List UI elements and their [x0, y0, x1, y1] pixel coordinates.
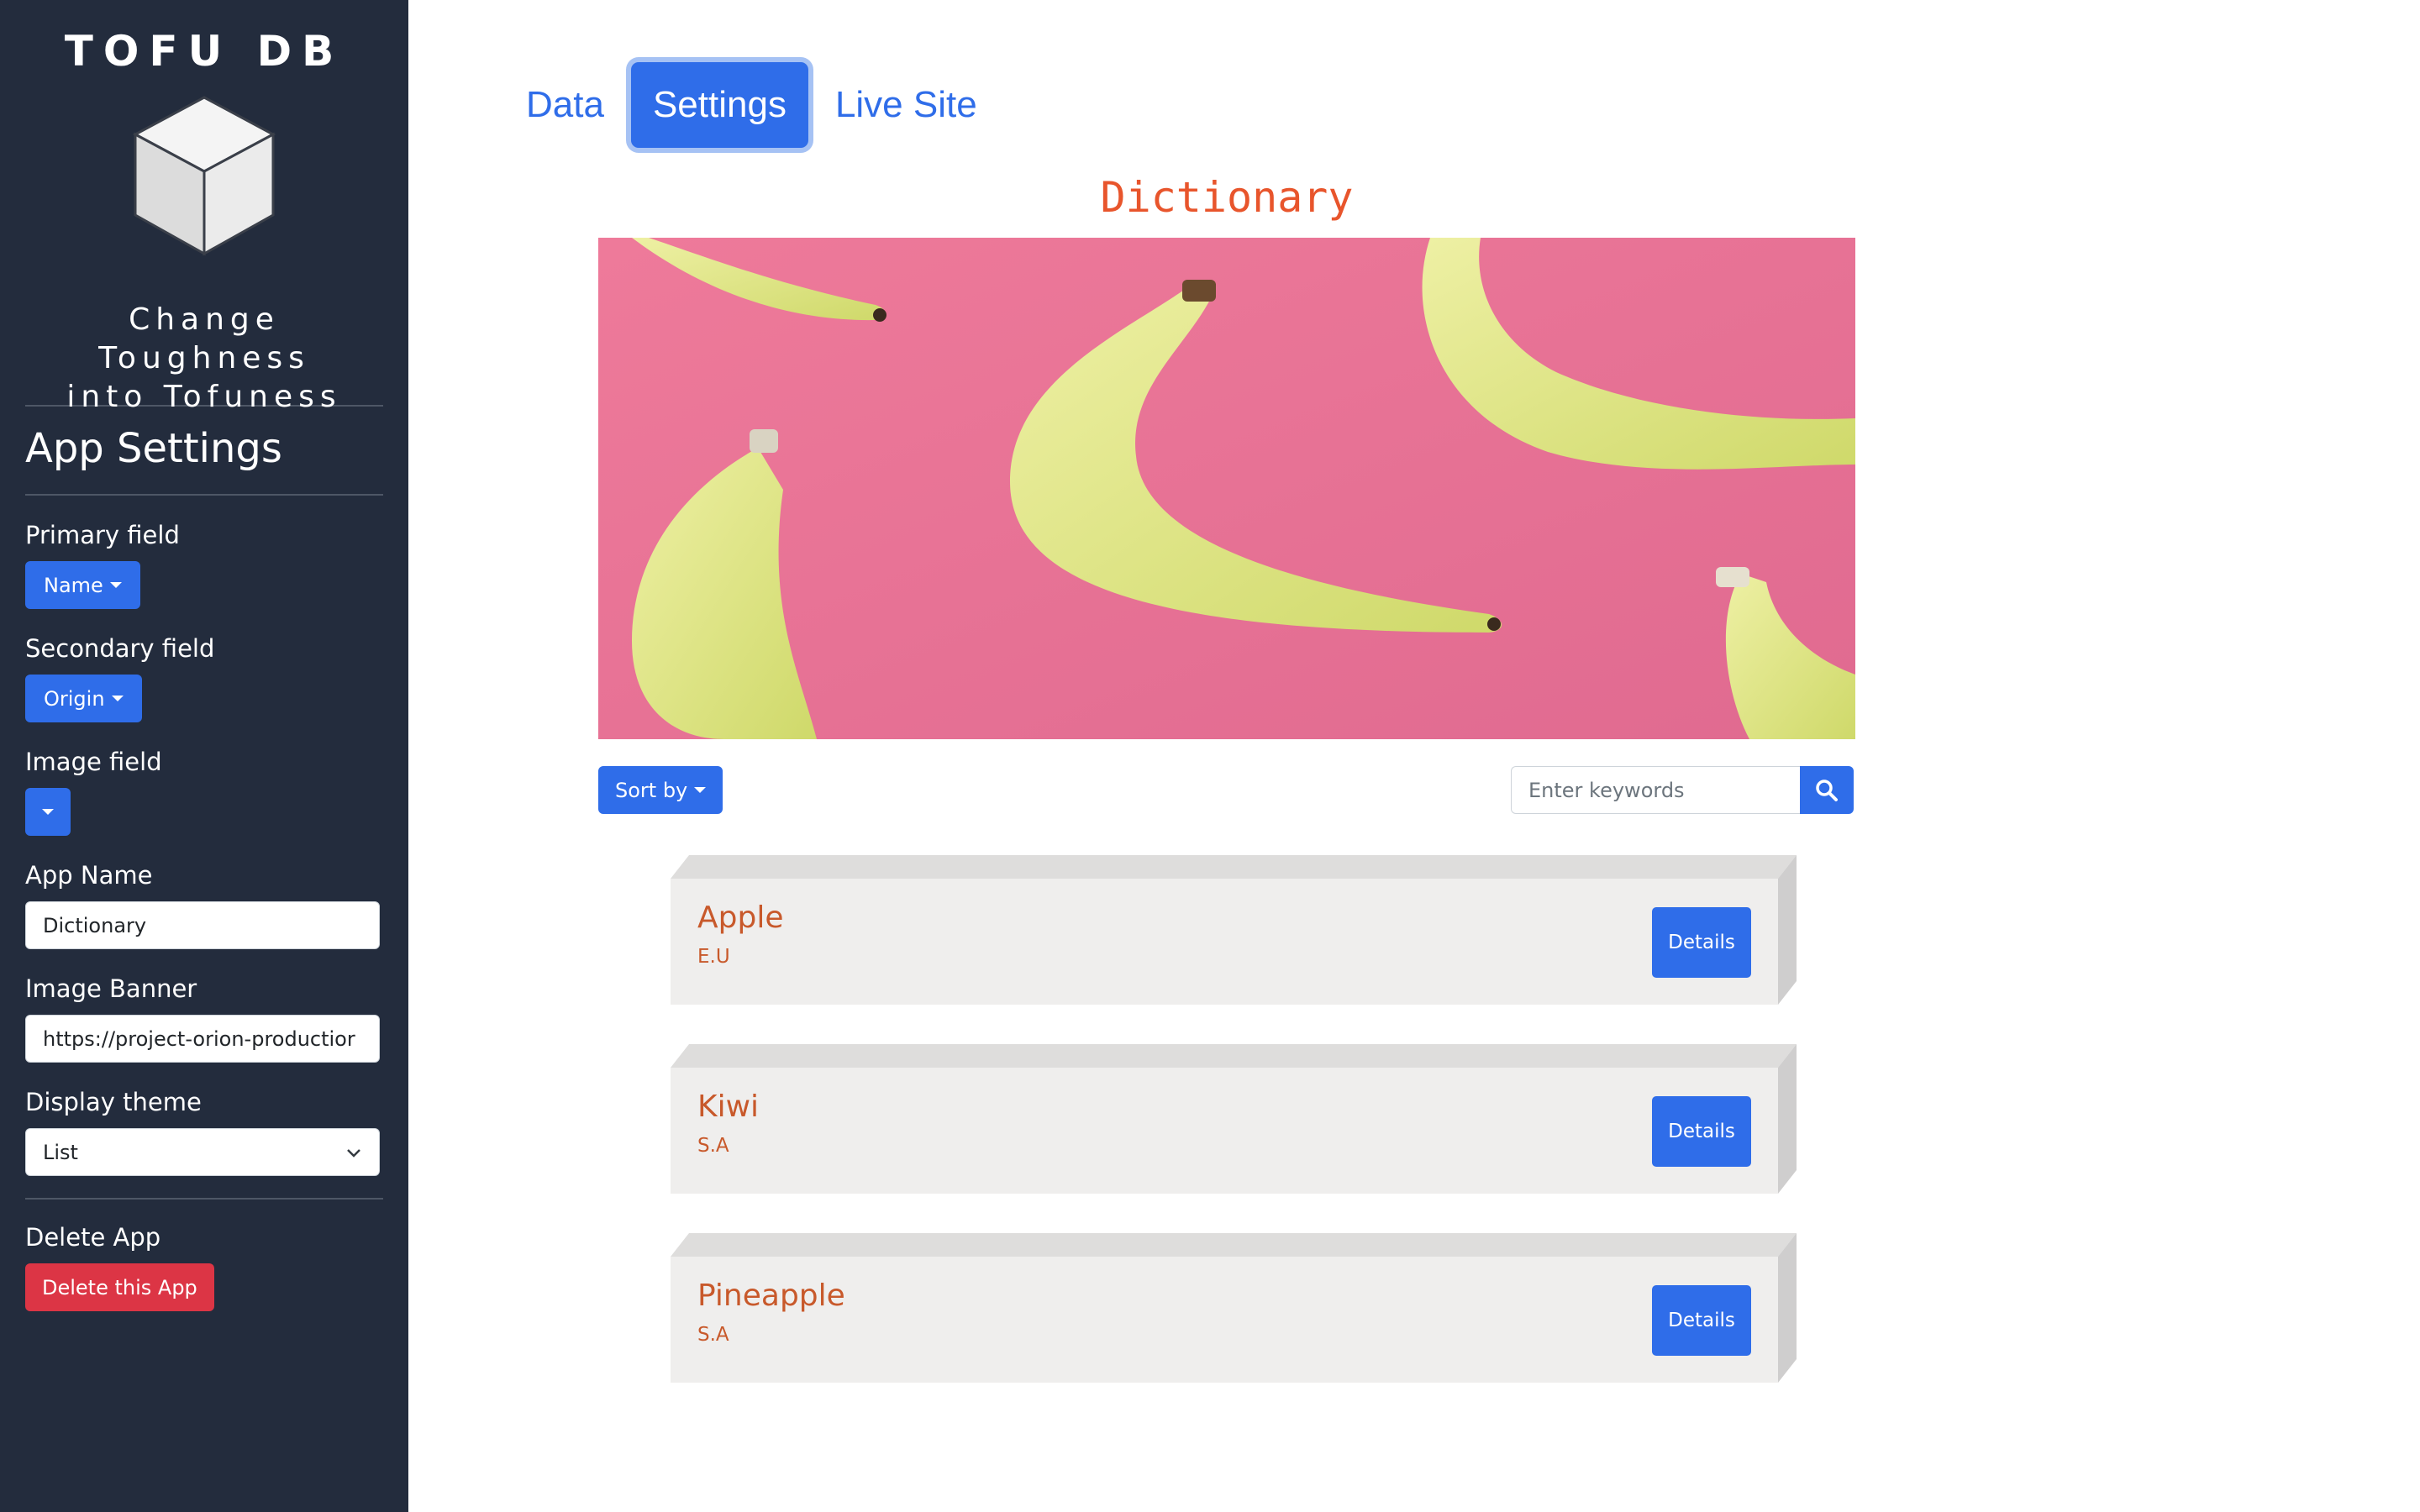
list-item: Kiwi S.A Details	[671, 1044, 1797, 1194]
banner-image	[598, 238, 1855, 739]
card-body	[671, 1068, 1778, 1194]
search-icon	[1816, 779, 1838, 801]
search-bar: Enter keywords	[1511, 766, 1854, 814]
tab-data[interactable]: Data	[514, 62, 616, 148]
card-body	[671, 1257, 1778, 1383]
card-title: Kiwi	[697, 1089, 760, 1124]
brand-title: TOFU DB	[64, 27, 345, 76]
search-input[interactable]: Enter keywords	[1511, 766, 1800, 814]
divider	[25, 1198, 383, 1200]
sort-by-button[interactable]: Sort by	[598, 766, 723, 814]
list-item: Pineapple S.A Details	[671, 1233, 1797, 1383]
image-banner-input[interactable]: https://project-orion-productior	[25, 1015, 380, 1063]
sort-by-label: Sort by	[615, 778, 688, 802]
delete-app-button[interactable]: Delete this App	[25, 1263, 214, 1311]
card-subtitle: S.A	[697, 1324, 729, 1346]
display-theme-select[interactable]: List	[25, 1128, 380, 1176]
tab-settings[interactable]: Settings	[630, 62, 808, 148]
image-field-dropdown[interactable]	[25, 788, 71, 836]
chevron-down-icon	[347, 1148, 360, 1158]
image-field-label: Image field	[25, 748, 162, 776]
primary-field-label: Primary field	[25, 521, 180, 549]
display-theme-value: List	[43, 1140, 78, 1164]
image-banner-label: Image Banner	[25, 974, 197, 1003]
primary-field-dropdown[interactable]: Name	[25, 561, 140, 609]
card-subtitle: S.A	[697, 1135, 729, 1157]
secondary-field-value: Origin	[44, 686, 105, 711]
app-title: Dictionary	[1100, 173, 1354, 222]
tagline: Change Toughness into Tofuness	[25, 286, 383, 414]
tab-live-site[interactable]: Live Site	[823, 62, 989, 148]
search-button[interactable]	[1800, 766, 1854, 814]
caret-down-icon	[111, 696, 124, 701]
card-title: Pineapple	[697, 1278, 845, 1313]
app-settings-heading: App Settings	[25, 425, 282, 472]
display-theme-label: Display theme	[25, 1088, 202, 1116]
bananas-illustration	[598, 238, 1855, 739]
app-name-label: App Name	[25, 861, 153, 890]
primary-field-value: Name	[44, 573, 103, 597]
details-button[interactable]: Details	[1652, 907, 1751, 978]
secondary-field-dropdown[interactable]: Origin	[25, 675, 142, 722]
card-title: Apple	[697, 900, 784, 935]
details-button[interactable]: Details	[1652, 1096, 1751, 1167]
list-item: Apple E.U Details	[671, 855, 1797, 1005]
caret-down-icon	[109, 582, 122, 588]
details-button[interactable]: Details	[1652, 1285, 1751, 1356]
cube-icon	[132, 96, 276, 256]
cube-logo	[25, 92, 383, 286]
caret-down-icon	[694, 787, 707, 793]
card-body	[671, 879, 1778, 1005]
tagline-line-1: Change Toughness	[98, 302, 310, 375]
top-tabs: Data Settings Live Site	[514, 62, 989, 148]
app-name-input[interactable]: Dictionary	[25, 901, 380, 949]
tagline-line-2: into Tofuness	[66, 380, 342, 414]
delete-app-label: Delete App	[25, 1223, 161, 1252]
card-subtitle: E.U	[697, 946, 730, 968]
divider	[25, 494, 383, 496]
sidebar: TOFU DB Change Toughness into Tofuness A…	[0, 0, 408, 1512]
caret-down-icon	[42, 809, 54, 815]
secondary-field-label: Secondary field	[25, 634, 215, 663]
